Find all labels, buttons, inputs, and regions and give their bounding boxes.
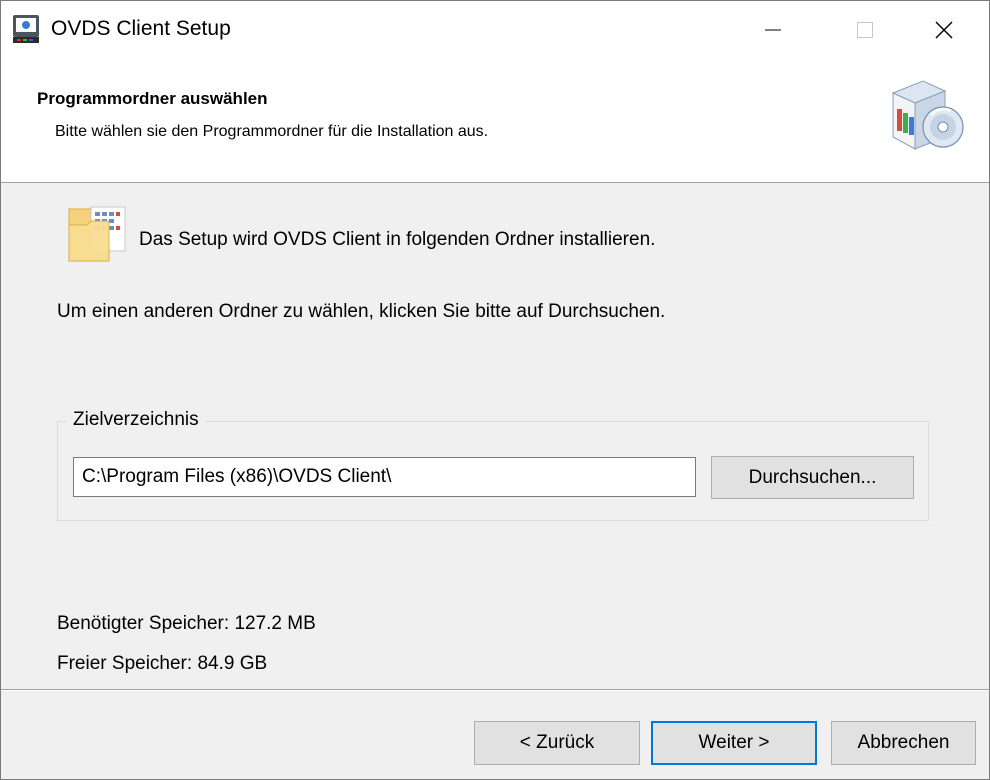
wizard-header: Programmordner auswählen Bitte wählen si…	[1, 59, 989, 183]
footer-divider	[1, 689, 989, 691]
maximize-icon	[857, 22, 873, 38]
minimize-button[interactable]	[727, 1, 819, 59]
back-button[interactable]: < Zurück	[474, 721, 640, 765]
title-bar[interactable]: OVDS Client Setup	[1, 1, 989, 59]
window-title: OVDS Client Setup	[51, 17, 231, 40]
space-required-text: Benötigter Speicher: 127.2 MB	[57, 613, 316, 634]
folder-icon	[67, 205, 129, 265]
setup-window: OVDS Client Setup Programmordner auswähl…	[0, 0, 990, 780]
cancel-button[interactable]: Abbrechen	[831, 721, 976, 765]
page-title: Programmordner auswählen	[37, 89, 268, 108]
close-icon	[935, 21, 953, 39]
destination-group-label: Zielverzeichnis	[67, 409, 205, 431]
space-free-text: Freier Speicher: 84.9 GB	[57, 653, 268, 674]
software-box-cd-icon	[885, 71, 967, 153]
close-button[interactable]	[898, 1, 990, 59]
browse-button[interactable]: Durchsuchen...	[711, 456, 914, 499]
intro-text: Das Setup wird OVDS Client in folgenden …	[139, 229, 656, 250]
next-button[interactable]: Weiter >	[651, 721, 817, 765]
setup-app-icon	[13, 15, 39, 43]
minimize-icon	[765, 29, 781, 31]
instruction-text: Um einen anderen Ordner zu wählen, klick…	[57, 301, 666, 322]
page-subtitle: Bitte wählen sie den Programmordner für …	[55, 123, 489, 140]
destination-path-input[interactable]	[73, 457, 696, 497]
